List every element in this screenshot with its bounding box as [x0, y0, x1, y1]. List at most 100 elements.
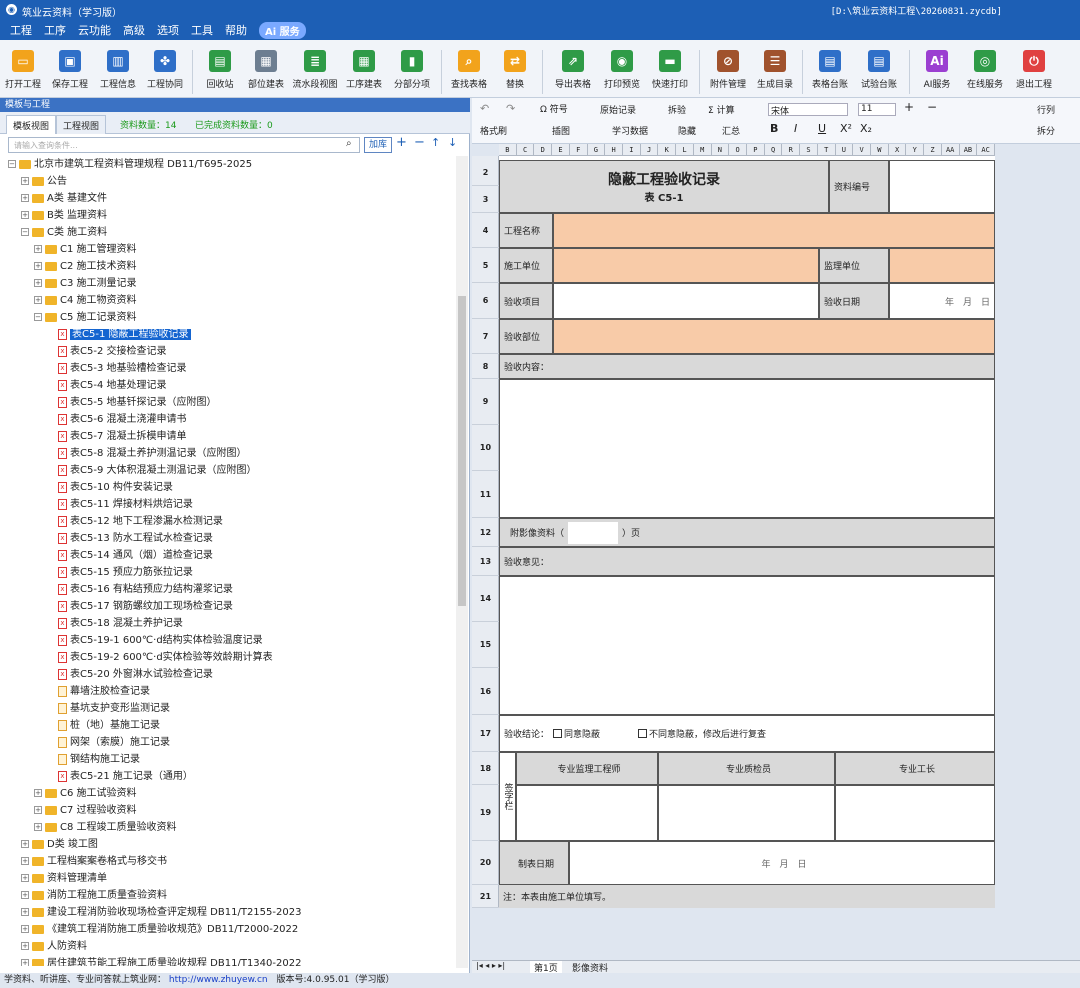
row-header-cell[interactable]: 2	[472, 160, 499, 186]
expand-icon[interactable]: +	[21, 874, 29, 882]
tree-item[interactable]: x 表C5-16 有粘结预应力结构灌浆记录	[0, 581, 456, 598]
menu-item-1[interactable]: 工序	[44, 22, 66, 38]
toolbar-save-button[interactable]: ▣ 保存工程	[46, 50, 94, 90]
tree-item[interactable]: + C6 施工试验资料	[0, 785, 456, 802]
tree-item[interactable]: x 表C5-9 大体积混凝土测温记录（应附图）	[0, 462, 456, 479]
collapse-icon[interactable]: −	[8, 160, 16, 168]
toolbar-online-service-button[interactable]: ◎ 在线服务	[960, 50, 1010, 90]
add-icon[interactable]: +	[396, 135, 407, 150]
toolbar-export-button[interactable]: ⇗ 导出表格	[547, 50, 599, 90]
tree-scrollbar[interactable]	[456, 156, 468, 968]
redo-icon[interactable]: ↷	[506, 102, 515, 115]
row-header-cell[interactable]: 5	[472, 248, 499, 283]
menu-ai-service[interactable]: Ai 服务	[259, 21, 306, 39]
tree-item[interactable]: + C8 工程竣工质量验收资料	[0, 819, 456, 836]
expand-icon[interactable]: +	[21, 211, 29, 219]
expand-icon[interactable]: +	[21, 959, 29, 966]
toolbar-power-button[interactable]: ⏻ 退出工程	[1010, 50, 1058, 90]
supervisor-sign-field[interactable]	[516, 785, 658, 841]
subscript-icon[interactable]: X₂	[860, 122, 872, 135]
row-header-cell[interactable]: 7	[472, 319, 499, 354]
toolbar-printer-button[interactable]: ▬ 快速打印	[645, 50, 695, 90]
tree-item[interactable]: x 表C5-8 混凝土养护测温记录（应附图）	[0, 445, 456, 462]
tree-item[interactable]: − C5 施工记录资料	[0, 309, 456, 326]
search-icon[interactable]: ⌕	[346, 138, 352, 149]
column-header-cell[interactable]: AA	[942, 144, 960, 156]
row-header-cell[interactable]: 10	[472, 425, 499, 471]
tree-item[interactable]: x 表C5-4 地基处理记录	[0, 377, 456, 394]
toolbar-ai-button[interactable]: Ai AI服务	[914, 50, 960, 90]
column-header-cell[interactable]: W	[871, 144, 889, 156]
tree-item[interactable]: + D类 竣工图	[0, 836, 456, 853]
toolbar-process-table-button[interactable]: ▦ 工序建表	[341, 50, 387, 90]
symbol-button[interactable]: Ω 符号	[540, 102, 568, 115]
expand-icon[interactable]: +	[34, 789, 42, 797]
column-header-cell[interactable]: Z	[924, 144, 942, 156]
tree-item[interactable]: x 表C5-14 通风（烟）道检查记录	[0, 547, 456, 564]
column-header-cell[interactable]: K	[658, 144, 677, 156]
tree-item[interactable]: − C类 施工资料	[0, 224, 456, 241]
row-header-cell[interactable]: 13	[472, 547, 499, 576]
tree-item[interactable]: x 表C5-13 防水工程试水检查记录	[0, 530, 456, 547]
toolbar-attachment-button[interactable]: ⊘ 附件管理	[704, 50, 752, 90]
toolbar-replace-button[interactable]: ⇄ 替换	[492, 50, 538, 90]
tree-item[interactable]: + B类 监理资料	[0, 207, 456, 224]
row-header-cell[interactable]: 14	[472, 576, 499, 622]
tree-item[interactable]: 幕墙注胶检查记录	[0, 683, 456, 700]
supervision-unit-field[interactable]	[889, 248, 995, 283]
tree-item[interactable]: x 表C5-5 地基钎探记录（应附图）	[0, 394, 456, 411]
inspection-item-field[interactable]	[553, 283, 819, 319]
row-header-cell[interactable]: 18	[472, 752, 499, 785]
row-header-cell[interactable]: 19	[472, 785, 499, 841]
column-header-cell[interactable]: B	[499, 144, 517, 156]
tree-item[interactable]: x 表C5-10 构件安装记录	[0, 479, 456, 496]
tree-item[interactable]: + A类 基建文件	[0, 190, 456, 207]
column-header-cell[interactable]: E	[552, 144, 570, 156]
menu-item-2[interactable]: 云功能	[78, 22, 111, 38]
column-header-cell[interactable]: R	[782, 144, 801, 156]
tree-item[interactable]: + 工程档案案卷格式与移交书	[0, 853, 456, 870]
summary-button[interactable]: 汇总	[722, 124, 740, 137]
expand-icon[interactable]: +	[21, 942, 29, 950]
column-header-cell[interactable]: I	[623, 144, 641, 156]
calc-button[interactable]: Σ 计算	[708, 103, 735, 116]
toolbar-search-button[interactable]: ⌕ 查找表格	[446, 50, 492, 90]
menu-item-6[interactable]: 帮助	[225, 22, 247, 38]
tree-item[interactable]: x 表C5-11 焊接材料烘焙记录	[0, 496, 456, 513]
tree-item[interactable]: + C2 施工技术资料	[0, 258, 456, 275]
row-header-cell[interactable]: 11	[472, 471, 499, 518]
tree-item[interactable]: + 公告	[0, 173, 456, 190]
tree-item[interactable]: x 表C5-7 混凝土拆模申请单	[0, 428, 456, 445]
tree-item[interactable]: x 表C5-17 钢筋螺纹加工现场检查记录	[0, 598, 456, 615]
bold-icon[interactable]: B	[770, 122, 778, 135]
menu-item-4[interactable]: 选项	[157, 22, 179, 38]
move-down-icon[interactable]: ↓	[448, 136, 457, 149]
row-header-cell[interactable]: 8	[472, 354, 499, 379]
disagree-checkbox[interactable]	[638, 729, 648, 738]
row-header-cell[interactable]: 9	[472, 379, 499, 425]
expand-icon[interactable]: +	[21, 891, 29, 899]
menu-item-0[interactable]: 工程	[10, 22, 32, 38]
tree-item[interactable]: + C1 施工管理资料	[0, 241, 456, 258]
toolbar-catalog-button[interactable]: ☰ 生成目录	[752, 50, 798, 90]
underline-icon[interactable]: U	[818, 122, 826, 135]
toolbar-building-button[interactable]: ▥ 工程信息	[94, 50, 142, 90]
row-header-cell[interactable]: 4	[472, 213, 499, 248]
scroll-thumb[interactable]	[458, 296, 466, 606]
expand-icon[interactable]: +	[34, 296, 42, 304]
column-header-cell[interactable]: H	[605, 144, 623, 156]
inspection-opinion-field[interactable]	[499, 576, 995, 715]
collapse-icon[interactable]: −	[34, 313, 42, 321]
column-header-cell[interactable]: AC	[977, 144, 995, 156]
row-header-cell[interactable]: 15	[472, 622, 499, 668]
tree-item[interactable]: 桩（地）基施工记录	[0, 717, 456, 734]
row-header-cell[interactable]: 3	[472, 186, 499, 213]
tree-item[interactable]: − 北京市建筑工程资料管理规程 DB11/T695-2025	[0, 156, 456, 173]
tree-item[interactable]: x 表C5-19-1 600℃·d结构实体检验温度记录	[0, 632, 456, 649]
column-header-cell[interactable]: G	[588, 144, 606, 156]
row-header-cell[interactable]: 6	[472, 283, 499, 319]
move-up-icon[interactable]: ↑	[431, 136, 440, 149]
search-input[interactable]: 请输入查询条件...	[8, 137, 360, 153]
row-header-cell[interactable]: 12	[472, 518, 499, 547]
row-header-cell[interactable]: 16	[472, 668, 499, 715]
